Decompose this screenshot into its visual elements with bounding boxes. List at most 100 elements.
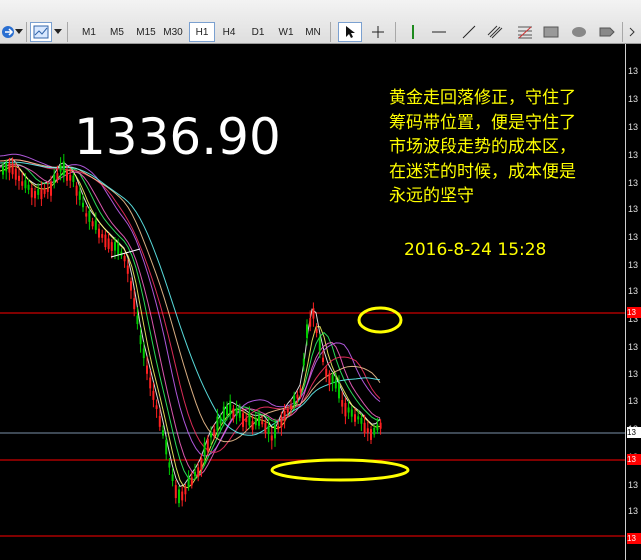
candle-body xyxy=(290,405,292,409)
moving-average-line xyxy=(0,159,381,443)
candle-body xyxy=(267,425,270,434)
candle-body xyxy=(254,419,257,426)
timeframe-m5[interactable]: M5 xyxy=(104,22,130,42)
moving-average-line xyxy=(0,164,381,476)
crosshair-icon[interactable] xyxy=(366,22,390,42)
candle-body xyxy=(363,422,366,434)
candle-body xyxy=(37,189,40,195)
axis-price-label: 13 xyxy=(628,396,639,406)
price-tag-bottom: 13 xyxy=(627,533,641,544)
candle-body xyxy=(78,191,81,200)
toolbar: M1 M5 M15 M30 H1 H4 D1 W1 MN xyxy=(0,0,641,44)
template-dropdown-icon[interactable] xyxy=(53,22,63,42)
cursor-icon[interactable] xyxy=(338,22,362,42)
candle-body xyxy=(168,462,171,468)
line-chart-icon[interactable] xyxy=(30,22,52,42)
trend-line-icon[interactable] xyxy=(458,22,480,42)
candle-body xyxy=(331,375,334,384)
timeframe-h1[interactable]: H1 xyxy=(189,22,215,42)
toolbar-more-icon[interactable] xyxy=(626,22,640,42)
candle-body xyxy=(149,377,152,389)
axis-price-label: 13 xyxy=(628,286,639,296)
candle-body xyxy=(98,228,100,238)
price-tag-current: 13 xyxy=(627,427,641,438)
candle-body xyxy=(75,185,78,196)
candle-body xyxy=(309,318,312,327)
candle-body xyxy=(219,417,222,424)
axis-price-label: 13 xyxy=(628,204,639,214)
candle-body xyxy=(155,405,158,409)
candle-body xyxy=(229,400,232,414)
candle-body xyxy=(152,390,155,400)
candle-body xyxy=(194,471,196,477)
candle-body xyxy=(222,406,225,422)
fibonacci-icon[interactable] xyxy=(514,22,536,42)
candle-body xyxy=(235,408,238,416)
candle-body xyxy=(354,414,356,422)
candle-body xyxy=(350,409,353,417)
moving-average-line xyxy=(0,165,381,489)
rectangle-icon[interactable] xyxy=(540,22,562,42)
candle-body xyxy=(302,358,305,366)
ellipse-icon[interactable] xyxy=(568,22,590,42)
candle-body xyxy=(232,408,235,419)
chart-dropdown-icon[interactable] xyxy=(14,22,24,42)
candle-body xyxy=(245,418,248,422)
candle-body xyxy=(27,184,30,190)
timeframe-w1[interactable]: W1 xyxy=(273,22,299,42)
channel-icon[interactable] xyxy=(484,22,506,42)
candle-body xyxy=(299,388,302,393)
axis-price-label: 13 xyxy=(628,122,639,132)
timeframe-d1[interactable]: D1 xyxy=(245,22,271,42)
candle-body xyxy=(5,162,8,172)
axis-price-label: 13 xyxy=(628,232,639,242)
candle-body xyxy=(14,168,17,180)
timeframe-m15[interactable]: M15 xyxy=(133,22,159,42)
candle-body xyxy=(296,394,299,399)
candle-body xyxy=(181,491,184,501)
candle-body xyxy=(190,477,193,486)
candle-body xyxy=(280,416,283,428)
candle-body xyxy=(213,429,216,436)
candle-body xyxy=(306,324,308,339)
candle-body xyxy=(110,242,113,251)
moving-average-line xyxy=(0,163,381,481)
candle-body xyxy=(370,429,372,440)
candle-body xyxy=(258,415,260,426)
candle-body xyxy=(11,163,14,175)
candle-body xyxy=(46,188,49,192)
candle-body xyxy=(373,427,376,435)
price-tag-upper: 13 xyxy=(627,307,641,318)
candle-body xyxy=(24,180,27,189)
candle-body xyxy=(277,426,280,430)
candle-body xyxy=(328,373,331,386)
candle-body xyxy=(261,421,264,425)
axis-price-label: 13 xyxy=(628,480,639,490)
candle-body xyxy=(226,405,228,415)
candle-body xyxy=(174,485,177,499)
timeframe-mn[interactable]: MN xyxy=(300,22,326,42)
horizontal-line-icon[interactable] xyxy=(428,22,450,42)
candle-body xyxy=(210,432,212,438)
candle-body xyxy=(94,220,97,230)
price-axis[interactable]: 13 13 13 13 13 13 13 13 13 13 13 13 13 13 13 13 13 13 xyxy=(625,44,641,560)
vertical-line-icon[interactable] xyxy=(402,22,424,42)
candle-body xyxy=(30,187,33,198)
candle-body xyxy=(318,338,321,351)
timeframe-m1[interactable]: M1 xyxy=(76,22,102,42)
axis-price-label: 13 xyxy=(628,150,639,160)
axis-price-label: 13 xyxy=(628,506,639,516)
timeframe-m30[interactable]: M30 xyxy=(160,22,186,42)
candle-body xyxy=(206,438,209,452)
candle-body xyxy=(101,234,104,238)
candle-body xyxy=(82,202,84,208)
label-icon[interactable] xyxy=(596,22,618,42)
candle-body xyxy=(187,478,190,488)
candle-body xyxy=(360,417,363,424)
price-tag-lower: 13 xyxy=(627,454,641,465)
axis-price-label: 13 xyxy=(628,94,639,104)
timeframe-h4[interactable]: H4 xyxy=(216,22,242,42)
candle-body xyxy=(347,407,350,413)
candle-body xyxy=(88,210,91,222)
candle-body xyxy=(165,439,168,455)
